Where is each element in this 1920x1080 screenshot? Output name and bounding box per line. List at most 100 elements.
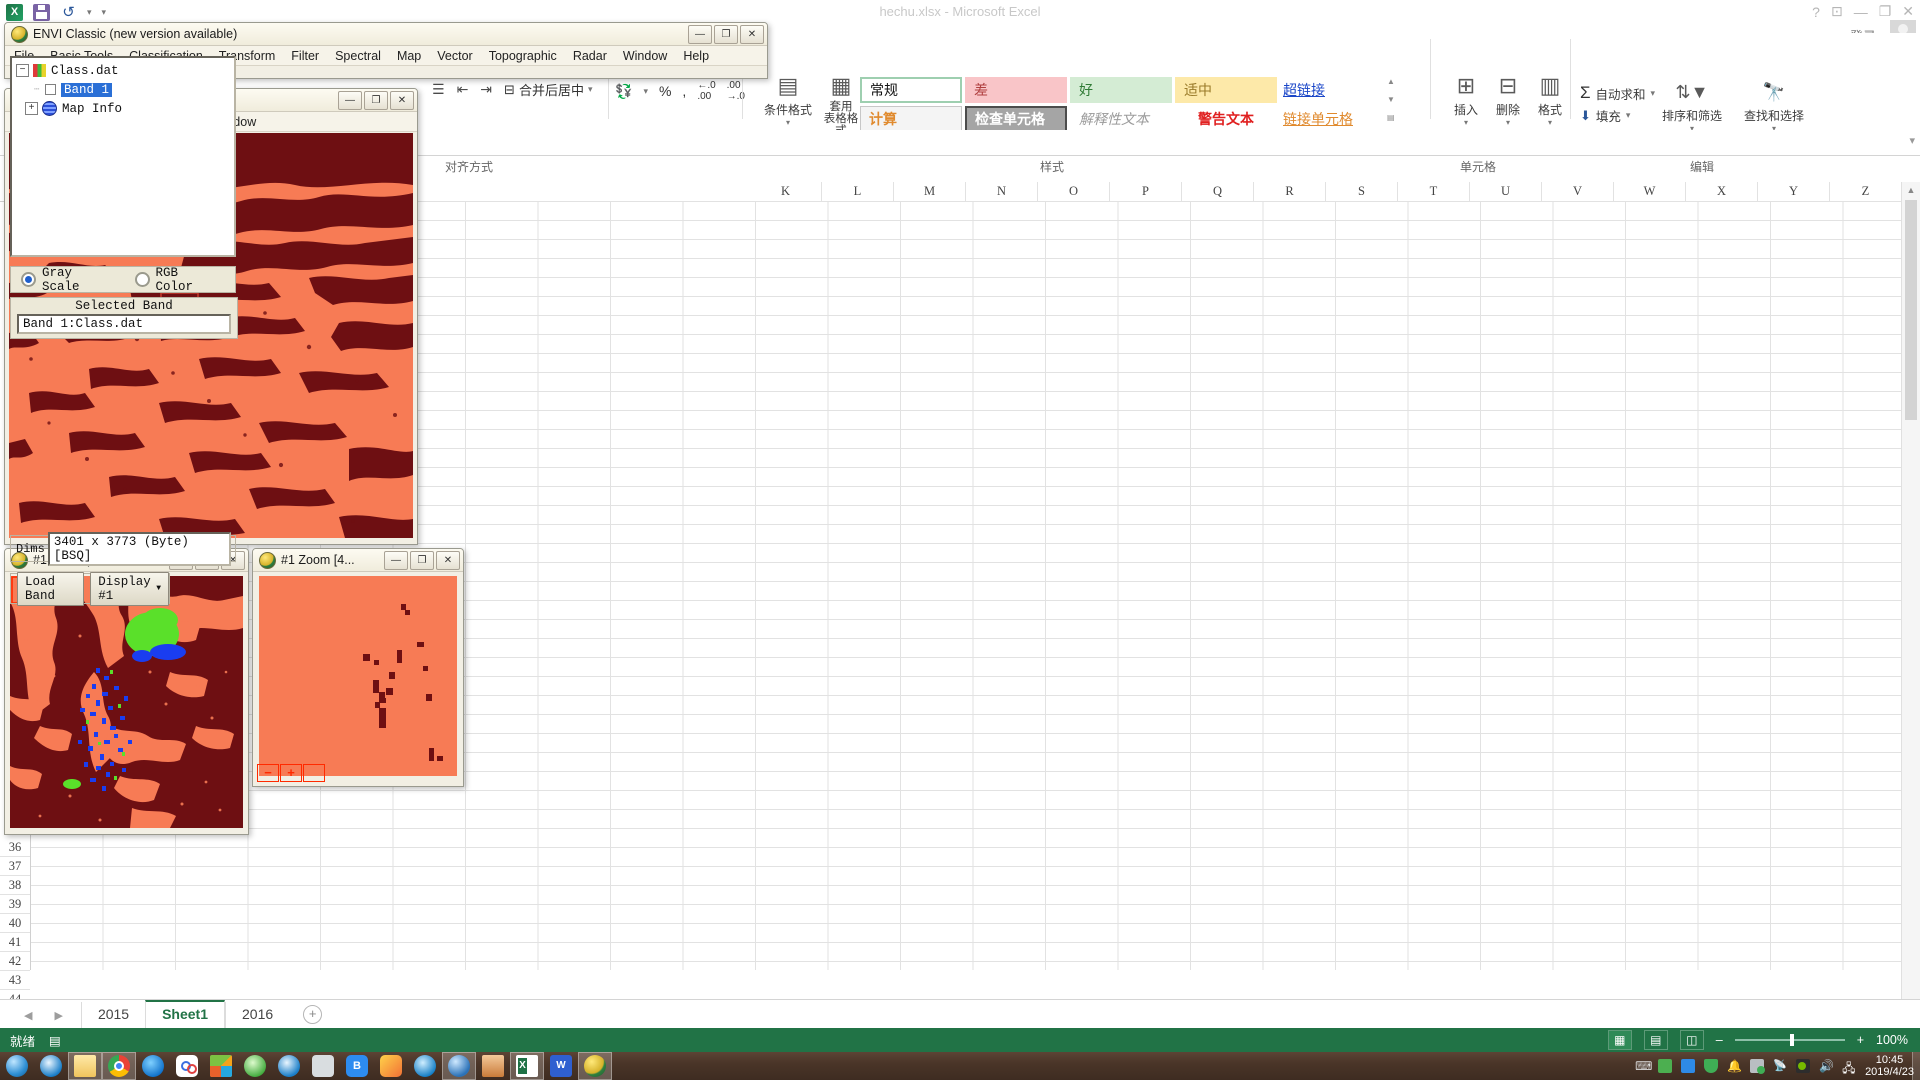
- gallery-more-icon[interactable]: ▤: [1387, 113, 1400, 122]
- taskbar-bilibili[interactable]: B: [340, 1052, 374, 1080]
- zoom-control-buttons[interactable]: − +: [257, 764, 326, 782]
- style-hyperlink[interactable]: 超链接: [1280, 77, 1382, 103]
- zoom-level-label[interactable]: 100%: [1876, 1033, 1908, 1047]
- taskbar-ie[interactable]: [34, 1052, 68, 1080]
- network-icon[interactable]: 🖧: [1842, 1059, 1856, 1075]
- minimize-icon[interactable]: —: [338, 90, 362, 110]
- excel-window-buttons[interactable]: ? ⊡ — ❐ ✕: [1812, 3, 1914, 20]
- row-header-41[interactable]: 41: [0, 933, 30, 952]
- start-button[interactable]: [0, 1052, 34, 1080]
- sheet-tab-sheet1[interactable]: Sheet1: [145, 1000, 226, 1028]
- find-select-button[interactable]: 🔭 查找和选择 ▾: [1736, 77, 1812, 133]
- style-warning-text[interactable]: 警告文本: [1175, 106, 1277, 132]
- restore-icon[interactable]: ❐: [714, 24, 738, 44]
- style-check-cell[interactable]: 检查单元格: [965, 106, 1067, 132]
- close-icon[interactable]: ✕: [740, 24, 764, 44]
- tree-collapse-icon[interactable]: −: [16, 64, 29, 77]
- column-header-K[interactable]: K: [750, 182, 822, 201]
- vertical-scroll-thumb[interactable]: [1905, 200, 1917, 420]
- minimize-icon[interactable]: —: [688, 24, 712, 44]
- sort-filter-button[interactable]: ⇅▼ 排序和筛选 ▾: [1654, 77, 1730, 133]
- restore-icon[interactable]: ❐: [364, 90, 388, 110]
- increase-decimal-icon[interactable]: ←.0.00: [697, 80, 715, 102]
- bands-tree[interactable]: − Class.dat ┄ Band 1 + Map Info: [10, 56, 236, 257]
- style-good[interactable]: 好: [1070, 77, 1172, 103]
- zoom-out-button[interactable]: –: [1716, 1033, 1723, 1047]
- gallery-scroll[interactable]: ▲ ▼ ▤: [1387, 77, 1400, 122]
- style-calculation[interactable]: 计算: [860, 106, 962, 132]
- taskbar-ie2[interactable]: [272, 1052, 306, 1080]
- gallery-scroll-down-icon[interactable]: ▼: [1387, 95, 1400, 104]
- style-linked-cell[interactable]: 链接单元格: [1280, 106, 1382, 132]
- satellite-icon[interactable]: 📡: [1773, 1059, 1787, 1073]
- add-sheet-button[interactable]: +: [303, 1005, 323, 1024]
- column-header-Z[interactable]: Z: [1830, 182, 1902, 201]
- menu-vector[interactable]: Vector: [437, 49, 472, 63]
- rgb-color-radio[interactable]: [134, 272, 150, 287]
- zoom-in-button[interactable]: +: [280, 764, 302, 782]
- row-header-39[interactable]: 39: [0, 895, 30, 914]
- column-header-O[interactable]: O: [1038, 182, 1110, 201]
- zoom-slider[interactable]: [1734, 1034, 1845, 1046]
- next-sheet-icon[interactable]: ▶: [54, 1009, 62, 1022]
- chevron-down-icon-display[interactable]: ▼: [156, 584, 161, 593]
- column-header-L[interactable]: L: [822, 182, 894, 201]
- tree-band-label[interactable]: Band 1: [61, 82, 113, 97]
- page-break-view-button[interactable]: ◫: [1679, 1030, 1704, 1050]
- column-header-R[interactable]: R: [1254, 182, 1326, 201]
- gray-scale-label[interactable]: Gray Scale: [42, 266, 113, 294]
- menu-filter[interactable]: Filter: [291, 49, 319, 63]
- windows-taskbar[interactable]: B X W ⌨ 🔔 📡 🔊 🖧 10:45 2019/4/23: [0, 1052, 1920, 1080]
- envi-zoom-title-bar[interactable]: #1 Zoom [4... — ❐ ✕: [253, 549, 463, 572]
- merge-dropdown-icon[interactable]: ▾: [588, 84, 593, 95]
- sheet-nav-arrows[interactable]: ◀ ▶: [0, 1009, 81, 1028]
- column-header-T[interactable]: T: [1398, 182, 1470, 201]
- tree-expand-icon[interactable]: +: [25, 102, 38, 115]
- taskbar-excel-file[interactable]: [476, 1052, 510, 1080]
- expand-formula-bar-icon[interactable]: ▾: [1909, 134, 1915, 147]
- taskbar-excel[interactable]: X: [510, 1052, 544, 1080]
- display-select-button[interactable]: Display #1 ▼: [90, 571, 169, 606]
- macro-record-icon[interactable]: ▤: [49, 1033, 61, 1048]
- column-header-Q[interactable]: Q: [1182, 182, 1254, 201]
- align-justify-icon[interactable]: ☰: [432, 81, 445, 98]
- color-mode-selector[interactable]: Gray Scale RGB Color: [10, 266, 236, 294]
- taskbar-qq-browser[interactable]: [136, 1052, 170, 1080]
- currency-dropdown-icon[interactable]: ▾: [643, 86, 648, 97]
- zoom-in-button[interactable]: +: [1857, 1033, 1864, 1047]
- taskbar-2345[interactable]: [374, 1052, 408, 1080]
- page-layout-view-button[interactable]: ▤: [1643, 1030, 1668, 1050]
- ribbon-display-icon[interactable]: ⊡: [1831, 3, 1843, 20]
- envi-main-window-buttons[interactable]: — ❐ ✕: [688, 24, 764, 44]
- zoom-detail-image[interactable]: [259, 576, 457, 776]
- cell-styles-gallery[interactable]: 常规 差 好 适中 超链接 计算 检查单元格 解释性文本 警告文本 链接单元格: [860, 77, 1382, 135]
- restore-icon[interactable]: ❐: [1879, 3, 1892, 20]
- fill-dropdown-icon[interactable]: ▾: [1626, 110, 1631, 121]
- close-icon[interactable]: ✕: [1902, 3, 1914, 20]
- gray-scale-radio[interactable]: [21, 272, 36, 287]
- menu-help[interactable]: Help: [683, 49, 709, 63]
- tree-node-band[interactable]: ┄ Band 1: [12, 79, 234, 98]
- prev-sheet-icon[interactable]: ◀: [24, 1009, 32, 1022]
- menu-window[interactable]: Window: [623, 49, 667, 63]
- alignment-icons[interactable]: ☰ ⇤ ⇥ ⊟ 合并后居中 ▾: [432, 80, 592, 99]
- taskbar-green-browser[interactable]: [238, 1052, 272, 1080]
- column-header-Y[interactable]: Y: [1758, 182, 1830, 201]
- taskbar-envi2[interactable]: [578, 1052, 612, 1080]
- column-header-U[interactable]: U: [1470, 182, 1542, 201]
- taskbar-chrome[interactable]: [102, 1052, 136, 1080]
- column-header-S[interactable]: S: [1326, 182, 1398, 201]
- minimize-icon[interactable]: —: [384, 550, 408, 570]
- close-icon[interactable]: ✕: [436, 550, 460, 570]
- comma-style-button[interactable]: ,: [682, 83, 686, 99]
- normal-view-button[interactable]: ▦: [1607, 1030, 1632, 1050]
- row-header-42[interactable]: 42: [0, 952, 30, 971]
- row-header-43[interactable]: 43: [0, 971, 30, 990]
- style-explanatory-text[interactable]: 解释性文本: [1070, 106, 1172, 132]
- keyboard-icon[interactable]: ⌨: [1635, 1059, 1652, 1073]
- envi-zoom-window-buttons[interactable]: — ❐ ✕: [384, 550, 460, 570]
- taskbar-wps[interactable]: W: [544, 1052, 578, 1080]
- restore-icon[interactable]: ❐: [410, 550, 434, 570]
- bell-icon[interactable]: 🔔: [1727, 1059, 1742, 1073]
- nvidia-icon[interactable]: [1796, 1059, 1811, 1073]
